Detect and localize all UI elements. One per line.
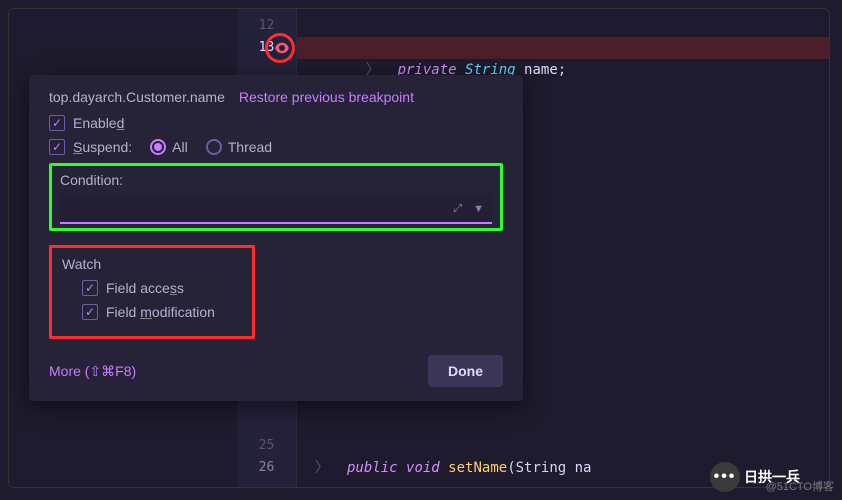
field-modification-label: Field modification <box>106 304 215 320</box>
suspend-all-radio[interactable]: All <box>150 139 188 155</box>
watch-title: Watch <box>62 256 242 272</box>
watch-annotation-box: Watch Field access Field modification <box>49 245 255 339</box>
code-line-13[interactable]: 〉private String name; <box>297 37 829 59</box>
history-dropdown-icon[interactable]: ▼ <box>473 203 484 215</box>
done-button[interactable]: Done <box>428 355 503 387</box>
condition-annotation-box: Condition: ⤢ ▼ <box>49 163 503 231</box>
suspend-thread-radio[interactable]: Thread <box>206 139 272 155</box>
field-watchpoint-icon[interactable] <box>273 39 291 57</box>
gutter-line-25: 25 <box>237 435 296 457</box>
watermark-right: @51CTO博客 <box>766 478 834 494</box>
suspend-label: Suspend: <box>73 139 132 155</box>
watermark-icon: ••• <box>710 462 740 492</box>
restore-breakpoint-link[interactable]: Restore previous breakpoint <box>239 89 414 105</box>
enabled-label: Enabled <box>73 115 124 131</box>
gutter-line-13[interactable]: 13 <box>237 37 296 59</box>
field-modification-checkbox[interactable] <box>82 304 98 320</box>
breakpoint-fqcn: top.dayarch.Customer.name <box>49 89 225 105</box>
condition-input[interactable] <box>60 194 492 224</box>
suspend-checkbox[interactable] <box>49 139 65 155</box>
field-access-checkbox[interactable] <box>82 280 98 296</box>
breakpoint-popup: top.dayarch.Customer.name Restore previo… <box>29 75 523 401</box>
fold-chevron-icon[interactable]: 〉 <box>315 460 329 476</box>
expand-icon[interactable]: ⤢ <box>453 203 462 216</box>
enabled-checkbox[interactable] <box>49 115 65 131</box>
gutter-line-12: 12 <box>237 15 296 37</box>
gutter-line-26: 26 <box>237 457 296 479</box>
field-access-label: Field access <box>106 280 184 296</box>
more-link[interactable]: More (⇧⌘F8) <box>49 363 136 380</box>
condition-label: Condition: <box>60 172 492 188</box>
